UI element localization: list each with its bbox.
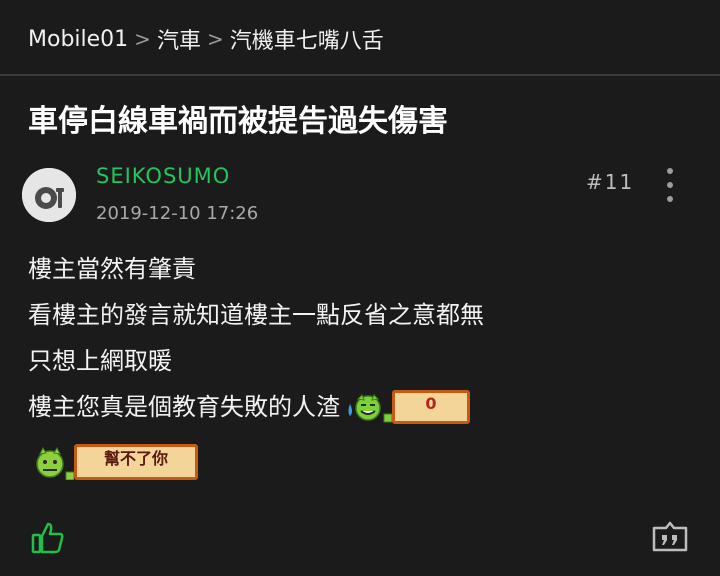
quote-icon	[652, 521, 688, 552]
like-button[interactable]	[30, 520, 66, 556]
breadcrumb: Mobile01 > 汽車 > 汽機車七嘴八舌	[28, 22, 384, 56]
sticker-tag: 0	[392, 390, 470, 424]
post-line: 樓主當然有肇責	[28, 246, 484, 292]
sweating-face-icon	[348, 394, 392, 423]
post-username[interactable]: SEIKOSUMO	[96, 164, 230, 188]
sticker: 0	[344, 390, 470, 424]
floor-number: #11	[586, 170, 635, 194]
post-line: 看樓主的發言就知道樓主一點反省之意都無	[28, 292, 484, 338]
default-avatar-icon	[22, 168, 76, 222]
sick-face-icon	[36, 446, 74, 480]
more-options-dot	[667, 168, 673, 174]
post-line: 只想上網取暖	[28, 338, 484, 384]
post-line-text: 樓主您真是個教育失敗的人渣	[28, 393, 340, 421]
post-line: 樓主您真是個教育失敗的人渣 0	[28, 384, 484, 430]
post-line-text: 看樓主的發言就知道樓主一點反省之意都無	[28, 301, 484, 329]
more-options-dot	[667, 182, 673, 188]
more-options-icon[interactable]	[660, 168, 680, 202]
post-line-text: 只想上網取暖	[28, 347, 172, 375]
breadcrumb-separator: >	[134, 27, 151, 51]
breadcrumb-separator: >	[206, 27, 224, 51]
avatar[interactable]	[22, 168, 76, 222]
post-line-text: 樓主當然有肇責	[28, 255, 196, 283]
post-timestamp: 2019-12-10 17:26	[96, 203, 259, 224]
sticker-tag: 幫不了你	[74, 444, 198, 480]
header-divider	[0, 74, 720, 76]
breadcrumb-item-mobile01[interactable]: Mobile01	[28, 27, 128, 52]
quote-button[interactable]	[650, 518, 690, 558]
thumbs-up-icon	[31, 522, 64, 554]
breadcrumb-item-forum[interactable]: 汽機車七嘴八舌	[230, 23, 384, 55]
post-content: 樓主當然有肇責 看樓主的發言就知道樓主一點反省之意都無 只想上網取暖 樓主您真是…	[28, 246, 484, 430]
more-options-dot	[667, 196, 673, 202]
sticker: 幫不了你	[32, 444, 198, 480]
breadcrumb-item-car[interactable]: 汽車	[157, 23, 201, 55]
thread-title: 車停白線車禍而被提告過失傷害	[28, 104, 448, 139]
